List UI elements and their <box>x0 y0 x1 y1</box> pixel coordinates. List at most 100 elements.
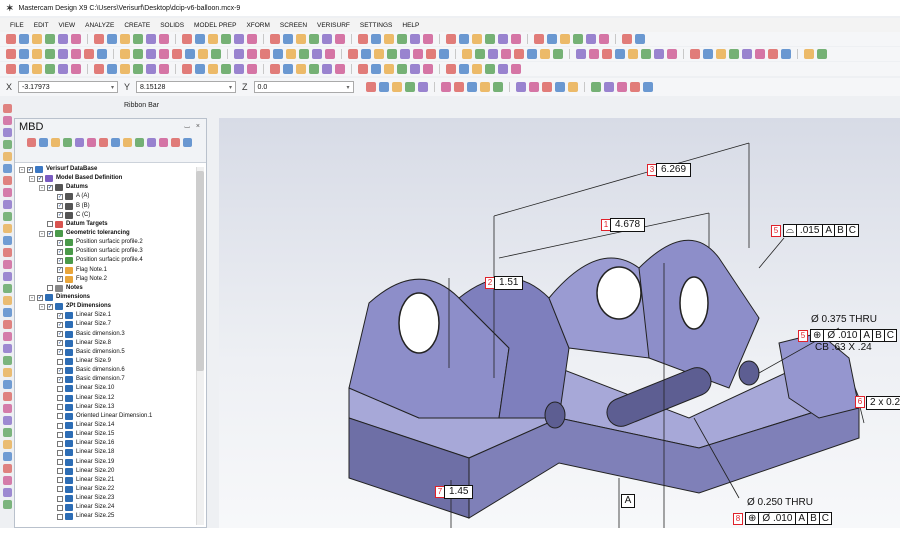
toolbar-button-icon[interactable] <box>358 64 368 74</box>
toolbar-button-icon[interactable] <box>171 138 180 147</box>
toolbar-button-icon[interactable] <box>703 49 713 59</box>
toolbar-button-icon[interactable] <box>514 49 524 59</box>
toolbar-button-icon[interactable] <box>58 49 68 59</box>
visibility-checkbox[interactable]: ✓ <box>47 230 53 237</box>
toolbar-button-icon[interactable] <box>286 49 296 59</box>
tree-expander-icon[interactable]: - <box>29 175 35 182</box>
toolbar-button-icon[interactable] <box>742 49 752 59</box>
toolbar-button-icon[interactable] <box>111 138 120 147</box>
toolbar-button-icon[interactable] <box>479 82 490 92</box>
toolbar-button-icon[interactable] <box>446 34 456 44</box>
toolbar-button-icon[interactable] <box>335 64 345 74</box>
visibility-checkbox[interactable]: ✓ <box>57 239 63 246</box>
toolbar-button-icon[interactable] <box>755 49 765 59</box>
visibility-checkbox[interactable]: ✓ <box>57 376 63 383</box>
chevron-down-icon[interactable]: ▾ <box>229 84 232 91</box>
tree-expander-icon[interactable]: - <box>39 303 45 310</box>
feature-control-frame-profile[interactable]: 5 ⌓ .015 A B C <box>771 224 859 237</box>
visibility-checkbox[interactable]: ✓ <box>57 312 63 319</box>
toolbar-button-icon[interactable] <box>234 34 244 44</box>
toolbar-button-icon[interactable] <box>270 34 280 44</box>
toolbar-button-icon[interactable] <box>547 34 557 44</box>
toolbar-button-icon[interactable] <box>147 138 156 147</box>
toolbar-button-icon[interactable] <box>146 49 156 59</box>
toolbar-button-icon[interactable] <box>358 34 368 44</box>
toolbar-button-icon[interactable] <box>63 138 72 147</box>
toolbar-button-icon[interactable] <box>404 82 415 92</box>
visibility-checkbox[interactable]: ✓ <box>47 303 53 310</box>
y-coordinate-input[interactable]: 8.15128 ▾ <box>136 81 237 93</box>
graphics-viewport[interactable]: 3 6.269 1 4.678 2 1.51 7 1.45 5 ⌓ .015 A B C Ø 0.375 T… <box>219 118 900 528</box>
toolbar-button-icon[interactable] <box>781 49 791 59</box>
tree-item[interactable]: ✓ B (B) <box>19 202 195 211</box>
toolbar-button-icon[interactable] <box>299 49 309 59</box>
toolbar-button-icon[interactable] <box>247 64 257 74</box>
toolbar-button-icon[interactable] <box>6 64 16 74</box>
visibility-checkbox[interactable]: ✓ <box>57 203 63 210</box>
tree-item[interactable]: Linear Size.19 <box>19 458 195 467</box>
toolbar-button-icon[interactable] <box>325 49 335 59</box>
toolbar-button-icon[interactable] <box>133 49 143 59</box>
toolbar-button-icon[interactable] <box>2 356 12 365</box>
toolbar-button-icon[interactable] <box>628 49 638 59</box>
toolbar-button-icon[interactable] <box>2 200 12 209</box>
toolbar-button-icon[interactable] <box>123 138 132 147</box>
visibility-checkbox[interactable]: ✓ <box>57 267 63 274</box>
toolbar-button-icon[interactable] <box>615 49 625 59</box>
toolbar-button-icon[interactable] <box>195 64 205 74</box>
toolbar-button-icon[interactable] <box>2 416 12 425</box>
toolbar-button-icon[interactable] <box>51 138 60 147</box>
tree-item[interactable]: ✓ Flag Note.1 <box>19 266 195 275</box>
toolbar-button-icon[interactable] <box>2 164 12 173</box>
toolbar-button-icon[interactable] <box>2 404 12 413</box>
toolbar-button-icon[interactable] <box>488 49 498 59</box>
toolbar-button-icon[interactable] <box>2 188 12 197</box>
tree-item[interactable]: ✓ Linear Size.8 <box>19 339 195 348</box>
toolbar-button-icon[interactable] <box>107 34 117 44</box>
tree-item[interactable]: Linear Size.10 <box>19 384 195 393</box>
toolbar-button-icon[interactable] <box>371 34 381 44</box>
toolbar-button-icon[interactable] <box>391 82 402 92</box>
toolbar-button-icon[interactable] <box>120 34 130 44</box>
visibility-checkbox[interactable]: ✓ <box>57 349 63 356</box>
toolbar-button-icon[interactable] <box>283 64 293 74</box>
toolbar-button-icon[interactable] <box>2 128 12 137</box>
toolbar-button-icon[interactable] <box>283 34 293 44</box>
toolbar-button-icon[interactable] <box>602 49 612 59</box>
visibility-checkbox[interactable]: ✓ <box>37 294 43 301</box>
toolbar-button-icon[interactable] <box>195 34 205 44</box>
toolbar-button-icon[interactable] <box>198 49 208 59</box>
tree-item[interactable]: ✓ Flag Note.2 <box>19 275 195 284</box>
toolbar-button-icon[interactable] <box>159 138 168 147</box>
menu-file[interactable]: FILE <box>10 22 24 29</box>
tree-item[interactable]: ✓ Position surfacic profile.4 <box>19 256 195 265</box>
toolbar-button-icon[interactable] <box>413 49 423 59</box>
toolbar-button-icon[interactable] <box>71 34 81 44</box>
toolbar-button-icon[interactable] <box>45 49 55 59</box>
tree-item[interactable]: Linear Size.20 <box>19 467 195 476</box>
visibility-checkbox[interactable] <box>57 449 63 456</box>
toolbar-button-icon[interactable] <box>423 34 433 44</box>
toolbar-button-icon[interactable] <box>371 64 381 74</box>
toolbar-button-icon[interactable] <box>2 452 12 461</box>
visibility-checkbox[interactable] <box>57 513 63 520</box>
visibility-checkbox[interactable] <box>57 413 63 420</box>
toolbar-button-icon[interactable] <box>397 34 407 44</box>
visibility-checkbox[interactable] <box>57 459 63 466</box>
tree-item[interactable]: - ✓ Model Based Definition <box>19 174 195 183</box>
menu-verisurf[interactable]: VERISURF <box>317 22 350 29</box>
tree-item[interactable]: ✓ Position surfacic profile.3 <box>19 247 195 256</box>
toolbar-button-icon[interactable] <box>19 49 29 59</box>
toolbar-button-icon[interactable] <box>2 392 12 401</box>
toolbar-button-icon[interactable] <box>554 82 565 92</box>
toolbar-button-icon[interactable] <box>234 49 244 59</box>
menu-view[interactable]: VIEW <box>59 22 76 29</box>
toolbar-button-icon[interactable] <box>94 64 104 74</box>
toolbar-button-icon[interactable] <box>541 82 552 92</box>
tree-item[interactable]: Linear Size.22 <box>19 485 195 494</box>
toolbar-button-icon[interactable] <box>135 138 144 147</box>
toolbar-button-icon[interactable] <box>511 34 521 44</box>
toolbar-button-icon[interactable] <box>501 49 511 59</box>
visibility-checkbox[interactable]: ✓ <box>57 193 63 200</box>
toolbar-button-icon[interactable] <box>387 49 397 59</box>
